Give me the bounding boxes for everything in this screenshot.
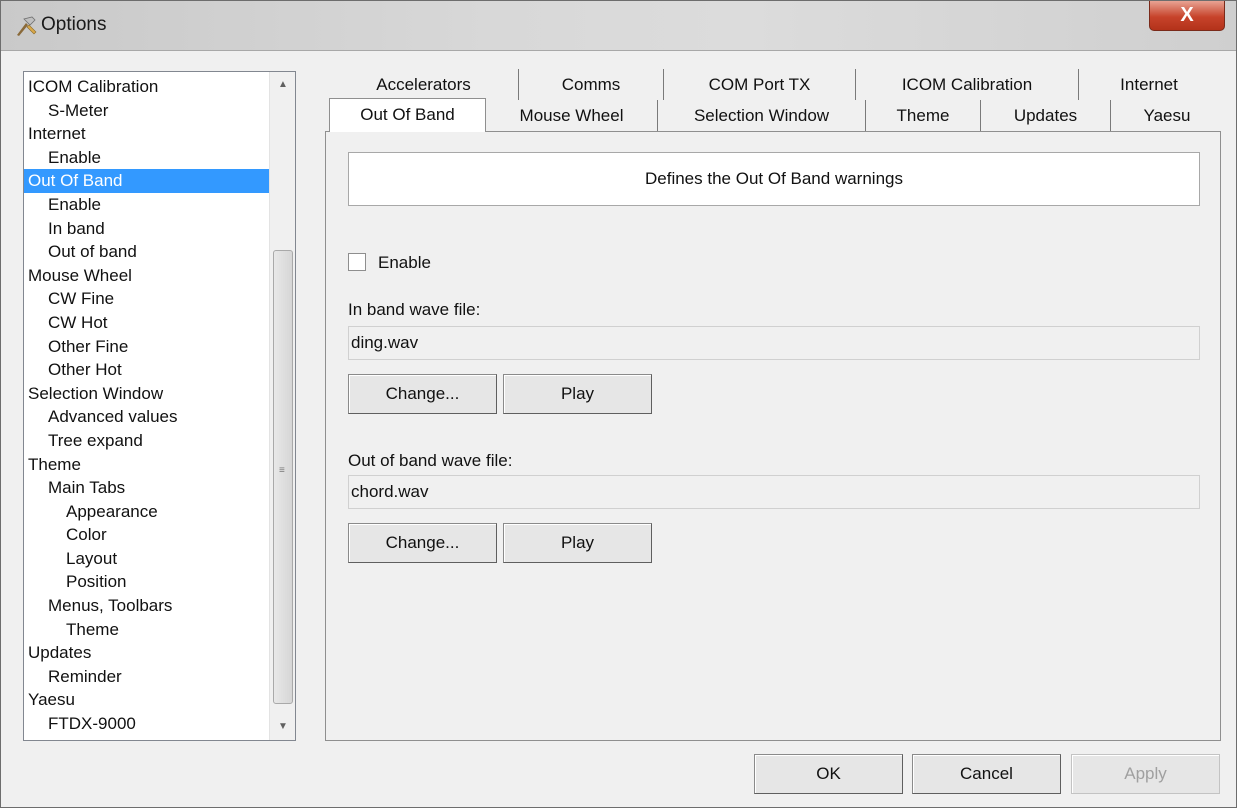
in-band-label: In band wave file: xyxy=(348,300,481,319)
tree-item[interactable]: Reminder xyxy=(24,665,269,689)
tree-item[interactable]: Tree expand xyxy=(24,429,269,453)
tree-scrollbar[interactable]: ▲ ≡ ▼ xyxy=(269,72,295,740)
in-band-change-button[interactable]: Change... xyxy=(348,374,497,414)
tree-item[interactable]: Theme xyxy=(24,453,269,477)
tree-item[interactable]: Enable xyxy=(24,193,269,217)
tree-item[interactable]: S-Meter xyxy=(24,99,269,123)
tree-item[interactable]: In band xyxy=(24,217,269,241)
tab-mouse-wheel[interactable]: Mouse Wheel xyxy=(486,100,658,132)
tree-item[interactable]: Updates xyxy=(24,641,269,665)
tab-accelerators[interactable]: Accelerators xyxy=(329,69,519,101)
scroll-down-arrow-icon[interactable]: ▼ xyxy=(270,714,296,740)
window-title: Options xyxy=(41,14,107,35)
enable-label: Enable xyxy=(378,253,431,272)
tab-yaesu[interactable]: Yaesu xyxy=(1111,100,1223,132)
options-window: Options X ICOM Calibration S-Meter Interne… xyxy=(0,0,1237,808)
tree-item[interactable]: Enable xyxy=(24,146,269,170)
cancel-button[interactable]: Cancel xyxy=(912,754,1061,794)
tree-item[interactable]: Internet xyxy=(24,122,269,146)
tree-item[interactable]: Position xyxy=(24,570,269,594)
out-band-play-button[interactable]: Play xyxy=(503,523,652,563)
tree-item[interactable]: Other Hot xyxy=(24,358,269,382)
description-box: Defines the Out Of Band warnings xyxy=(348,152,1200,206)
tree-item[interactable]: Menus, Toolbars xyxy=(24,594,269,618)
tab-internet[interactable]: Internet xyxy=(1079,69,1219,101)
tab-comms[interactable]: Comms xyxy=(519,69,664,101)
tree-item[interactable]: Advanced values xyxy=(24,405,269,429)
tree-item[interactable]: Mouse Wheel xyxy=(24,264,269,288)
close-button[interactable]: X xyxy=(1149,1,1225,31)
in-band-play-button[interactable]: Play xyxy=(503,374,652,414)
tree-item[interactable]: Yaesu xyxy=(24,688,269,712)
tab-selection-window[interactable]: Selection Window xyxy=(658,100,866,132)
scroll-thumb[interactable]: ≡ xyxy=(273,250,293,704)
grip-icon: ≡ xyxy=(279,465,285,476)
out-band-file-field[interactable]: chord.wav xyxy=(348,475,1200,509)
title-bar[interactable]: Options X xyxy=(1,1,1236,51)
tab-page-out-of-band: Defines the Out Of Band warnings Enable … xyxy=(325,131,1221,741)
out-band-label: Out of band wave file: xyxy=(348,451,513,470)
tab-com-port-tx[interactable]: COM Port TX xyxy=(664,69,856,101)
apply-button[interactable]: Apply xyxy=(1071,754,1220,794)
tree-item[interactable]: Other Fine xyxy=(24,335,269,359)
tree-item[interactable]: Appearance xyxy=(24,500,269,524)
tree-item[interactable]: Theme xyxy=(24,618,269,642)
close-icon: X xyxy=(1180,4,1194,26)
enable-checkbox[interactable] xyxy=(348,253,366,271)
tab-theme[interactable]: Theme xyxy=(866,100,981,132)
in-band-file-field[interactable]: ding.wav xyxy=(348,326,1200,360)
tab-out-of-band[interactable]: Out Of Band xyxy=(329,98,486,132)
tree-item[interactable]: Out of band xyxy=(24,240,269,264)
ok-button[interactable]: OK xyxy=(754,754,903,794)
out-band-change-button[interactable]: Change... xyxy=(348,523,497,563)
tree-list: ICOM Calibration S-Meter Internet Enable Out… xyxy=(24,72,269,740)
tree-item[interactable]: Color xyxy=(24,523,269,547)
options-app-icon xyxy=(17,16,37,36)
options-tree[interactable]: ICOM Calibration S-Meter Internet Enable Out… xyxy=(23,71,296,741)
tree-item[interactable]: Selection Window xyxy=(24,382,269,406)
tree-item[interactable]: Layout xyxy=(24,547,269,571)
tree-item[interactable]: CW Fine xyxy=(24,287,269,311)
tree-item[interactable]: FTDX-9000 xyxy=(24,712,269,736)
tree-item[interactable]: ICOM Calibration xyxy=(24,75,269,99)
tab-icom-calibration[interactable]: ICOM Calibration xyxy=(856,69,1079,101)
tree-item[interactable]: Main Tabs xyxy=(24,476,269,500)
tab-updates[interactable]: Updates xyxy=(981,100,1111,132)
tree-item[interactable]: Out Of Band xyxy=(24,169,269,193)
tree-item[interactable]: CW Hot xyxy=(24,311,269,335)
scroll-up-arrow-icon[interactable]: ▲ xyxy=(270,72,296,98)
